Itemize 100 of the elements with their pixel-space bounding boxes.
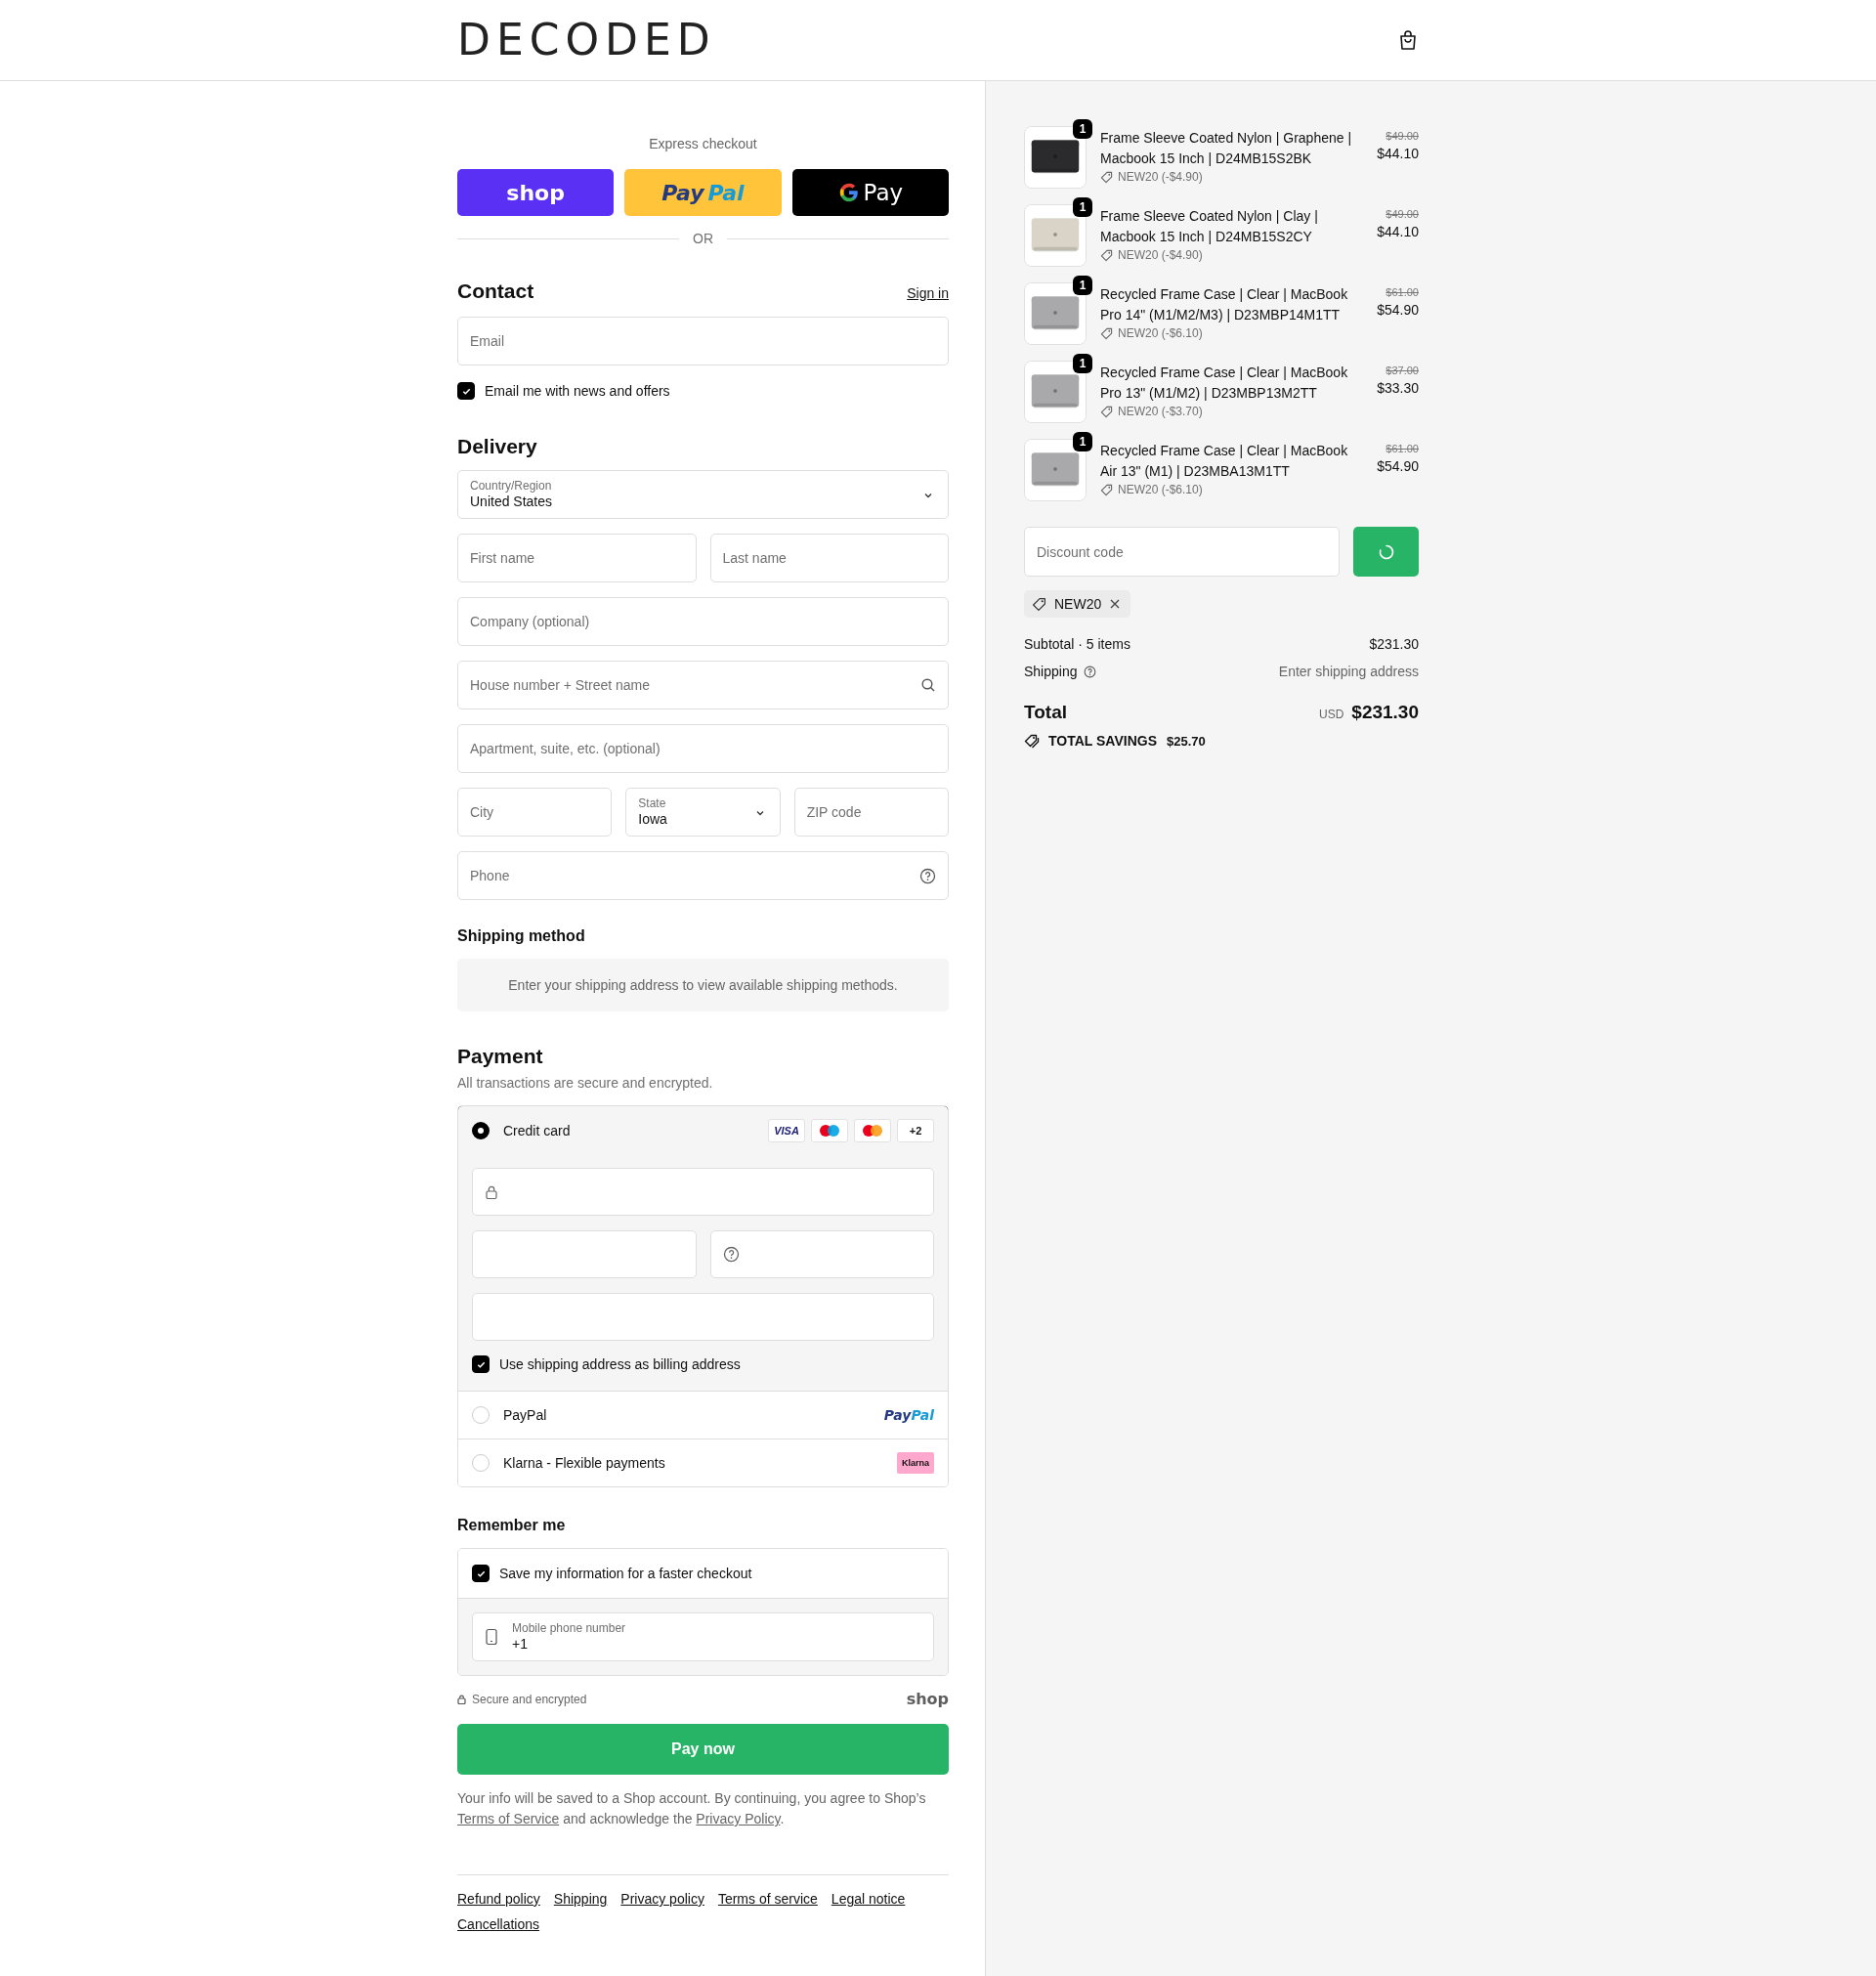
- brand-logo[interactable]: DECODED: [457, 19, 716, 62]
- shipping-value: Enter shipping address: [1278, 663, 1419, 680]
- discount-label: NEW20 (-$4.90): [1118, 248, 1203, 262]
- tag-icon: [1032, 596, 1046, 612]
- billing-checkbox[interactable]: [472, 1355, 490, 1373]
- total-savings-value: $25.70: [1167, 733, 1206, 749]
- input-field[interactable]: ZIP code: [793, 788, 949, 837]
- shop-logo: shop: [906, 1690, 949, 1708]
- footer-link[interactable]: Terms of service: [717, 1889, 818, 1909]
- original-price: $61.00: [1386, 286, 1419, 298]
- newsletter-checkbox[interactable]: [457, 382, 475, 400]
- discount-label: NEW20 (-$6.10): [1118, 483, 1203, 496]
- remember-me-heading: Remember me: [457, 1517, 567, 1534]
- card-input-field[interactable]: [472, 1293, 934, 1341]
- newsletter-label: Email me with news and offers: [485, 383, 670, 399]
- help-icon[interactable]: [722, 1246, 740, 1263]
- total-label: Total: [1024, 702, 1067, 723]
- sign-in-link[interactable]: Sign in: [907, 285, 949, 301]
- paypal-button[interactable]: Pay Pal: [624, 169, 782, 216]
- price: $54.90: [1377, 302, 1419, 318]
- payment-option[interactable]: Klarna - Flexible payments Klarna: [458, 1439, 948, 1486]
- card-input-field[interactable]: [472, 1230, 697, 1278]
- quantity-badge: 1: [1073, 354, 1092, 373]
- product-name: Recycled Frame Case | Clear | MacBook Pro 13" (M1/M2) | D23MBP13M2TT: [1100, 364, 1349, 403]
- footer-link[interactable]: Privacy policy: [620, 1889, 704, 1909]
- paypal-logo: PayPal: [883, 1407, 934, 1423]
- input-field[interactable]: First name: [457, 534, 697, 582]
- save-info-label: Save my information for a faster checkout: [499, 1566, 752, 1581]
- mobile-phone-icon: [485, 1628, 498, 1646]
- payment-subtitle: All transactions are secure and encrypted.: [457, 1075, 714, 1091]
- input-field[interactable]: Last name: [709, 534, 949, 582]
- quantity-badge: 1: [1073, 276, 1092, 295]
- remove-icon[interactable]: [1109, 598, 1122, 610]
- input-field[interactable]: Company (optional): [457, 597, 949, 646]
- price: $33.30: [1377, 380, 1419, 396]
- help-icon[interactable]: [919, 867, 936, 884]
- applied-code-label: NEW20: [1054, 596, 1102, 612]
- lock-icon: [457, 1694, 466, 1704]
- discount-label: NEW20 (-$3.70): [1118, 405, 1203, 418]
- terms-link[interactable]: Terms of Service: [457, 1811, 560, 1826]
- quantity-badge: 1: [1073, 432, 1092, 451]
- tag-icon: [1100, 326, 1113, 340]
- mobile-phone-field[interactable]: Mobile phone number +1: [472, 1612, 934, 1661]
- discount-label: NEW20 (-$4.90): [1118, 170, 1203, 184]
- help-icon[interactable]: [1083, 665, 1096, 678]
- total-value: $231.30: [1351, 702, 1419, 723]
- product-name: Recycled Frame Case | Clear | MacBook Pro 14" (M1/M2/M3) | D23MBP14M1TT: [1100, 285, 1349, 324]
- payment-option[interactable]: Credit card VISA +2: [458, 1106, 948, 1155]
- phone-field[interactable]: Phone: [457, 851, 949, 900]
- footer-link[interactable]: Cancellations: [457, 1914, 540, 1934]
- discount-code-field[interactable]: Discount code: [1024, 527, 1340, 577]
- card-code-field[interactable]: [709, 1230, 934, 1278]
- tag-icon: [1100, 248, 1113, 262]
- currency-label: USD: [1318, 708, 1344, 721]
- card-brand-badge: VISA: [768, 1118, 805, 1142]
- billing-label: Use shipping address as billing address: [499, 1356, 741, 1372]
- payment-option-label: Credit card: [503, 1122, 572, 1138]
- payment-heading: Payment: [457, 1045, 544, 1068]
- address-field[interactable]: House number + Street name: [457, 661, 949, 709]
- original-price: $49.00: [1386, 208, 1419, 220]
- payment-option-label: PayPal: [503, 1407, 548, 1423]
- footer-link[interactable]: Shipping: [553, 1889, 608, 1909]
- shopping-bag-icon[interactable]: [1399, 30, 1417, 50]
- input-field[interactable]: Apartment, suite, etc. (optional): [457, 724, 949, 773]
- subtotal-label: Subtotal · 5 items: [1024, 635, 1130, 653]
- select-field[interactable]: State Iowa: [625, 788, 781, 837]
- google-g-icon: [837, 182, 860, 203]
- legal-text: Your info will be saved to a Shop account. By continuing, you agree to Shop’s Terms of Service and acknowledge the Privacy Policy.: [457, 1789, 927, 1828]
- tag-icon: [1100, 170, 1113, 184]
- tag-icon: [1100, 405, 1113, 418]
- shop-pay-button[interactable]: shop: [457, 169, 615, 216]
- card-number-field[interactable]: [472, 1168, 934, 1216]
- price: $44.10: [1377, 224, 1419, 239]
- google-pay-button[interactable]: Pay: [791, 169, 949, 216]
- total-savings-label: TOTAL SAVINGS: [1048, 733, 1157, 749]
- quantity-badge: 1: [1073, 119, 1092, 139]
- footer-link[interactable]: Refund policy: [457, 1889, 540, 1909]
- secure-label: Secure and encrypted: [472, 1692, 587, 1706]
- product-name: Frame Sleeve Coated Nylon | Graphene | Macbook 15 Inch | D24MB15S2BK: [1100, 129, 1353, 168]
- subtotal-value: $231.30: [1369, 635, 1419, 653]
- discount-label: NEW20 (-$6.10): [1118, 326, 1203, 340]
- price: $44.10: [1377, 146, 1419, 161]
- radio-button[interactable]: [472, 1121, 490, 1139]
- email-field[interactable]: Email: [457, 317, 949, 365]
- tags-icon: [1024, 733, 1041, 749]
- delivery-heading: Delivery: [457, 435, 538, 458]
- footer-link[interactable]: Legal notice: [831, 1889, 906, 1909]
- input-field[interactable]: City: [457, 788, 613, 837]
- product-name: Recycled Frame Case | Clear | MacBook Air 13" (M1) | D23MBA13M1TT: [1100, 442, 1349, 481]
- spinner-icon: [1377, 542, 1395, 561]
- save-info-checkbox[interactable]: [472, 1565, 490, 1582]
- shipping-label: Shipping: [1024, 663, 1078, 680]
- contact-heading: Contact: [457, 279, 534, 303]
- lock-icon: [485, 1183, 498, 1200]
- select-field[interactable]: Country/Region United States: [457, 470, 949, 519]
- original-price: $61.00: [1386, 443, 1419, 454]
- price: $54.90: [1377, 458, 1419, 474]
- shipping-notice: Enter your shipping address to view available shipping methods.: [457, 959, 949, 1011]
- or-divider-label: OR: [693, 231, 713, 246]
- original-price: $49.00: [1386, 130, 1419, 142]
